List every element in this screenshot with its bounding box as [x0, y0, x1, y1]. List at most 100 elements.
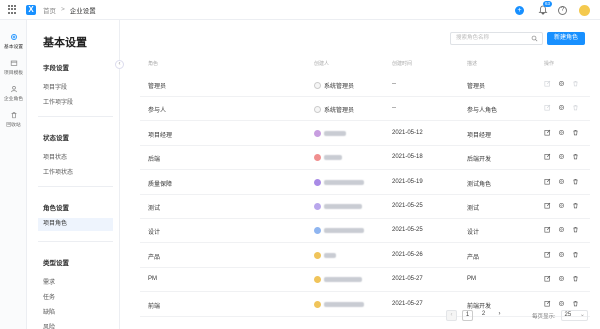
- page-1-button[interactable]: 1: [462, 310, 473, 321]
- delete-button[interactable]: [572, 129, 579, 138]
- left-nav: 基本设置 项目模板 企业角色 回收站: [0, 20, 27, 329]
- sidebar-item-workitem-fields[interactable]: 工作项字段: [43, 97, 73, 106]
- search-icon: [531, 35, 538, 42]
- add-icon[interactable]: +: [515, 5, 524, 15]
- role-description: 项目经理: [467, 132, 492, 139]
- role-name: 项目经理: [148, 132, 173, 139]
- section-title-fields: 字段设置: [43, 65, 69, 72]
- delete-button[interactable]: [572, 202, 579, 211]
- creator-cell: [314, 251, 336, 259]
- delete-button[interactable]: [572, 178, 579, 187]
- table-row: 参与人 系统管理员 -- 参与人角色: [140, 97, 590, 122]
- edit-icon: [544, 251, 551, 258]
- edit-button[interactable]: [544, 178, 551, 187]
- created-time: --: [392, 81, 396, 87]
- permissions-button[interactable]: [558, 129, 565, 138]
- row-actions: [544, 202, 579, 211]
- avatar: [314, 227, 321, 235]
- permissions-button[interactable]: [558, 104, 565, 113]
- edit-button[interactable]: [544, 226, 551, 235]
- prev-page-button[interactable]: ‹: [446, 310, 457, 321]
- nav-item-basic-settings[interactable]: 基本设置: [0, 28, 27, 54]
- gear-icon: [558, 300, 565, 306]
- apps-grid-icon[interactable]: [8, 4, 18, 15]
- chevron-down-icon: ⌄: [579, 312, 585, 318]
- app-logo[interactable]: X: [26, 4, 36, 15]
- role-description: 前端开发: [467, 303, 492, 310]
- nav-item-recycle-bin[interactable]: 回收站: [0, 106, 27, 132]
- column-header-actions: 操作: [544, 61, 555, 67]
- trash-icon: [573, 227, 578, 233]
- avatar: [314, 300, 321, 308]
- permissions-button[interactable]: [558, 178, 565, 187]
- per-page-select[interactable]: 25 ⌄: [560, 310, 588, 321]
- delete-button[interactable]: [572, 275, 579, 284]
- collapse-sidebar-icon[interactable]: ‹: [115, 60, 124, 69]
- gear-icon: [558, 178, 565, 184]
- nav-item-enterprise-roles[interactable]: 企业角色: [0, 80, 27, 106]
- permissions-button[interactable]: [558, 80, 565, 89]
- role-name: 产品: [148, 254, 161, 261]
- sidebar-item-risk[interactable]: 风险: [43, 322, 55, 329]
- permissions-button[interactable]: [558, 300, 565, 309]
- created-time: 2021-05-19: [392, 178, 423, 185]
- notification-bell[interactable]: 63: [538, 1, 553, 15]
- trash-icon: [573, 105, 578, 111]
- gear-icon: [558, 251, 565, 257]
- page-title: 基本设置: [43, 37, 87, 49]
- created-time: --: [392, 105, 396, 112]
- row-actions: [544, 153, 579, 162]
- creator-name-redacted: [324, 130, 346, 136]
- role-name: 质量保障: [148, 181, 173, 188]
- avatar: [314, 276, 321, 284]
- delete-button[interactable]: [572, 300, 579, 309]
- gear-icon: [558, 154, 565, 160]
- user-icon: [10, 85, 17, 92]
- role-description: 参与人角色: [467, 108, 498, 115]
- new-role-button[interactable]: 新建角色: [547, 32, 585, 45]
- sidebar-item-bug[interactable]: 缺陷: [43, 307, 55, 316]
- sidebar-item-project-status[interactable]: 项目状态: [43, 152, 67, 161]
- edit-button[interactable]: [544, 275, 551, 284]
- trash-icon: [573, 203, 578, 209]
- sidebar-item-project-roles[interactable]: 项目角色: [38, 218, 113, 231]
- help-icon[interactable]: ?: [558, 5, 567, 15]
- sidebar-item-requirement[interactable]: 需求: [43, 277, 55, 286]
- created-time: 2021-05-25: [392, 203, 423, 209]
- delete-button[interactable]: [572, 251, 579, 260]
- user-avatar[interactable]: [579, 4, 590, 16]
- sidebar-item-project-fields[interactable]: 项目字段: [43, 82, 67, 91]
- edit-icon: [544, 129, 551, 136]
- role-search-input[interactable]: 搜索角色名称: [450, 32, 543, 45]
- trash-icon: [573, 154, 578, 160]
- breadcrumb-home[interactable]: 首页: [43, 5, 56, 15]
- edit-button[interactable]: [544, 129, 551, 138]
- gear-icon: [558, 202, 565, 209]
- edit-button[interactable]: [544, 251, 551, 260]
- sidebar-item-task[interactable]: 任务: [43, 292, 55, 301]
- role-name: 设计: [148, 230, 161, 237]
- page-2-button[interactable]: 2: [478, 310, 489, 321]
- nav-item-project-templates[interactable]: 项目模板: [0, 54, 27, 80]
- permissions-button[interactable]: [558, 202, 565, 211]
- creator-name-redacted: [324, 277, 362, 283]
- column-header-created-time: 创建时间: [392, 61, 413, 67]
- permissions-button[interactable]: [558, 226, 565, 235]
- next-page-button[interactable]: ›: [494, 310, 505, 321]
- edit-button[interactable]: [544, 202, 551, 211]
- role-description: 测试: [467, 206, 480, 212]
- delete-button[interactable]: [572, 153, 579, 162]
- permissions-button[interactable]: [558, 251, 565, 260]
- edit-icon: [544, 275, 551, 282]
- role-description: 管理员: [467, 84, 486, 90]
- delete-button[interactable]: [572, 226, 579, 235]
- table-row: 管理员 系统管理员 -- 管理员: [140, 73, 590, 97]
- sidebar-item-workitem-status[interactable]: 工作项状态: [43, 167, 73, 176]
- edit-button[interactable]: [544, 153, 551, 162]
- permissions-button[interactable]: [558, 275, 565, 284]
- edit-button[interactable]: [544, 300, 551, 309]
- permissions-button[interactable]: [558, 153, 565, 162]
- gear-icon: [558, 129, 565, 135]
- edit-button: [544, 104, 551, 113]
- edit-icon: [544, 202, 551, 209]
